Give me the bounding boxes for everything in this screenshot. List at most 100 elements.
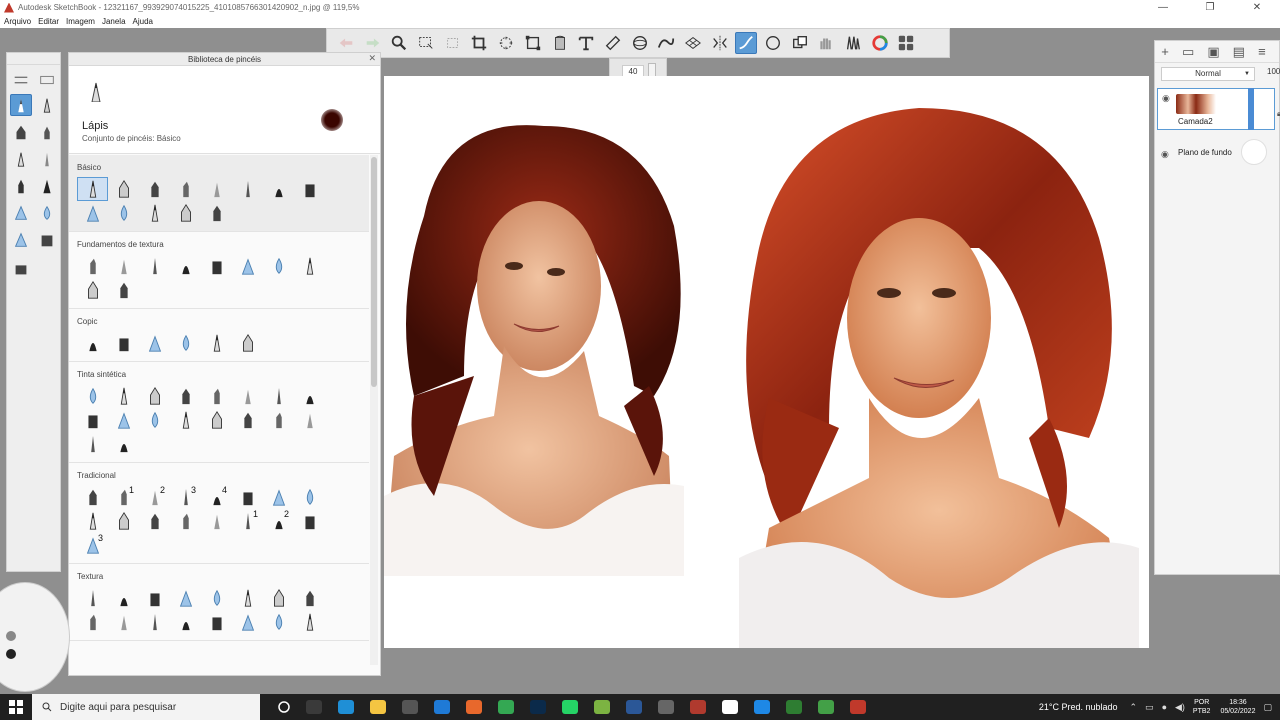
brush-item[interactable] xyxy=(232,408,263,432)
brush-item[interactable] xyxy=(77,384,108,408)
drawing-canvas[interactable] xyxy=(384,76,1149,648)
tool-marker[interactable] xyxy=(36,94,58,116)
tool-smudge[interactable] xyxy=(10,258,32,280)
brush-item[interactable] xyxy=(294,177,325,201)
brush-item[interactable] xyxy=(108,408,139,432)
menu-janela[interactable]: Janela xyxy=(102,17,126,26)
brush-item[interactable] xyxy=(201,254,232,278)
settings-icon[interactable] xyxy=(10,69,32,91)
curve-ruler-icon[interactable] xyxy=(655,32,677,54)
cortana-icon[interactable] xyxy=(278,701,290,713)
tool-felt[interactable] xyxy=(10,175,32,197)
transform-icon[interactable] xyxy=(442,32,464,54)
brush-list-scroll-thumb[interactable] xyxy=(371,157,377,387)
brush-item[interactable] xyxy=(108,610,139,634)
brush-item[interactable] xyxy=(232,586,263,610)
brush-item[interactable]: 4 xyxy=(201,485,232,509)
perspective-icon[interactable] xyxy=(522,32,544,54)
brush-item[interactable] xyxy=(139,384,170,408)
brush-item[interactable] xyxy=(139,509,170,533)
brush-item[interactable] xyxy=(201,201,232,225)
brush-item[interactable] xyxy=(201,408,232,432)
brush-item[interactable] xyxy=(201,610,232,634)
brush-set-icon[interactable] xyxy=(842,32,864,54)
brush-item[interactable] xyxy=(77,278,108,302)
brush-item[interactable] xyxy=(232,254,263,278)
tool-fine-pen[interactable] xyxy=(36,148,58,170)
taskbar-app-explorer[interactable] xyxy=(366,698,390,716)
brush-item[interactable] xyxy=(108,177,139,201)
brush-item[interactable] xyxy=(263,485,294,509)
brush-item[interactable] xyxy=(139,177,170,201)
mic-icon[interactable]: ● xyxy=(1162,702,1167,712)
network-icon[interactable]: ▭ xyxy=(1145,702,1154,713)
brush-item[interactable] xyxy=(263,254,294,278)
brush-item[interactable]: 1 xyxy=(232,509,263,533)
color-wheel-icon[interactable] xyxy=(869,32,891,54)
brush-item[interactable] xyxy=(139,254,170,278)
folder-icon[interactable]: ▭ xyxy=(1182,44,1194,59)
brush-item[interactable] xyxy=(77,331,108,355)
taskbar-app-task-view[interactable] xyxy=(302,698,326,716)
brush-item[interactable] xyxy=(263,610,294,634)
brush-item[interactable] xyxy=(201,177,232,201)
perspective-grid-icon[interactable] xyxy=(682,32,704,54)
brush-item[interactable] xyxy=(170,384,201,408)
brush-item[interactable]: 3 xyxy=(77,533,108,557)
chevron-up-icon[interactable]: ⌃ xyxy=(1130,702,1138,713)
brush-item[interactable] xyxy=(170,586,201,610)
brush-item[interactable] xyxy=(201,331,232,355)
tool-pencil[interactable] xyxy=(10,94,32,116)
brush-item[interactable] xyxy=(139,331,170,355)
brush-item[interactable] xyxy=(263,177,294,201)
tool-drop[interactable] xyxy=(36,202,58,224)
text-icon[interactable] xyxy=(575,32,597,54)
tool-eraser-soft[interactable] xyxy=(10,202,32,224)
lasso-icon[interactable] xyxy=(495,32,517,54)
brush-item[interactable] xyxy=(77,177,108,201)
eye-icon[interactable]: ◉ xyxy=(1162,93,1172,103)
redo-icon[interactable] xyxy=(362,32,384,54)
brush-item[interactable] xyxy=(170,610,201,634)
menu-arquivo[interactable]: Arquivo xyxy=(4,17,31,26)
select-icon[interactable] xyxy=(415,32,437,54)
brush-item[interactable] xyxy=(139,408,170,432)
taskbar-app-word[interactable] xyxy=(622,698,646,716)
notification-icon[interactable]: ▢ xyxy=(1263,702,1272,713)
brush-item[interactable] xyxy=(294,610,325,634)
brush-item[interactable] xyxy=(77,201,108,225)
list-icon[interactable] xyxy=(36,69,58,91)
tool-pen[interactable] xyxy=(36,121,58,143)
brush-item[interactable] xyxy=(263,586,294,610)
stroke-icon[interactable] xyxy=(735,32,758,54)
brush-item[interactable] xyxy=(170,408,201,432)
taskbar-app-app-blue[interactable] xyxy=(750,698,774,716)
brush-item[interactable] xyxy=(201,384,232,408)
copy-icon[interactable] xyxy=(789,32,811,54)
brush-item[interactable] xyxy=(232,485,263,509)
zoom-icon[interactable] xyxy=(388,32,410,54)
menu-editar[interactable]: Editar xyxy=(38,17,59,26)
tool-eraser-hard[interactable] xyxy=(10,229,32,251)
palette-icon[interactable] xyxy=(895,32,917,54)
brush-item[interactable] xyxy=(139,201,170,225)
brush-item[interactable] xyxy=(170,201,201,225)
brush-item[interactable] xyxy=(77,509,108,533)
shape-icon[interactable] xyxy=(762,32,784,54)
brush-item[interactable] xyxy=(139,610,170,634)
maximize-button[interactable]: ❐ xyxy=(1187,0,1233,15)
add-layer-icon[interactable]: + xyxy=(1161,44,1169,59)
eye-icon[interactable]: ◉ xyxy=(1161,149,1171,159)
brush-item[interactable] xyxy=(77,485,108,509)
brush-item[interactable] xyxy=(108,254,139,278)
undo-icon[interactable] xyxy=(335,32,357,54)
taskbar-app-mail[interactable] xyxy=(430,698,454,716)
brush-item[interactable]: 3 xyxy=(170,485,201,509)
brush-item[interactable] xyxy=(294,485,325,509)
close-button[interactable]: ✕ xyxy=(1234,0,1280,15)
tool-nib[interactable] xyxy=(36,175,58,197)
layer-opacity[interactable]: 100 xyxy=(1267,67,1280,76)
taskbar-app-sketchbook-green[interactable] xyxy=(590,698,614,716)
taskbar-app-app-green2[interactable] xyxy=(814,698,838,716)
brush-item[interactable]: 2 xyxy=(139,485,170,509)
